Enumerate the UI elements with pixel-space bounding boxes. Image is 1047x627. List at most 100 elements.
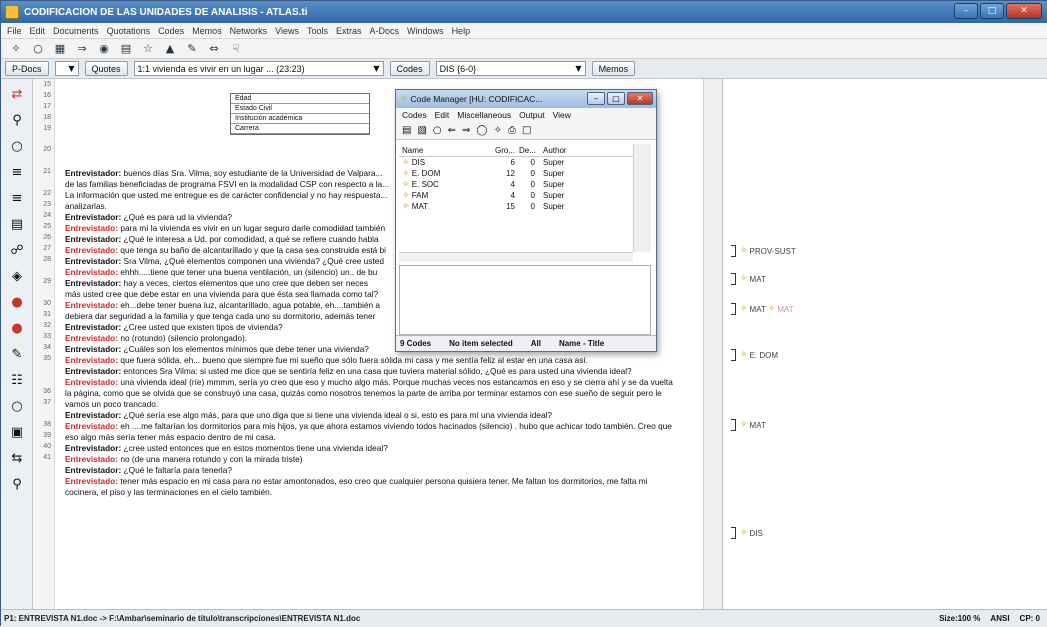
memos-button[interactable]: Memos	[591, 61, 636, 76]
circle-icon[interactable]: ◯	[476, 125, 487, 136]
document-icon[interactable]: ▤	[119, 42, 133, 56]
code-color-icon[interactable]: ●	[6, 317, 28, 339]
arrow-right-icon[interactable]: ⇒	[462, 125, 470, 136]
search-icon[interactable]: ⚲	[6, 109, 28, 131]
code-list-row[interactable]: ✧ E. DOM 12 0 Super	[399, 168, 633, 179]
code-comment-editor[interactable]	[399, 265, 651, 335]
navigate-icon[interactable]: ⇔	[207, 42, 221, 56]
pdocs-dropdown[interactable]: ▼	[54, 61, 79, 76]
arrow-left-icon[interactable]: ⇐	[448, 125, 456, 136]
margin-code-tag[interactable]: ✧ MAT ✧ MAT	[731, 303, 794, 315]
menu-windows[interactable]: Windows	[407, 26, 444, 36]
line-number: 31	[43, 311, 51, 318]
column-header-groundedness[interactable]: Gro...	[489, 146, 519, 155]
cm-menu-view[interactable]: View	[553, 110, 571, 120]
margin-code-tag[interactable]: ✧ PROV-SUST	[731, 245, 796, 257]
comment-icon[interactable]: ○	[433, 125, 442, 136]
cm-close-button[interactable]: ✕	[627, 92, 653, 105]
hyperlink-icon[interactable]: ⇆	[6, 447, 28, 469]
code-icon: ✧	[740, 420, 748, 430]
comment-icon[interactable]: ○	[6, 395, 28, 417]
save-icon[interactable]: ▦	[53, 42, 67, 56]
close-button[interactable]: ✕	[1006, 3, 1042, 19]
codes-dropdown[interactable]: DIS {6-0} ▼	[435, 61, 586, 76]
filter-status[interactable]: All	[531, 339, 541, 348]
copy-icon[interactable]: ▧	[417, 125, 426, 136]
comment-icon[interactable]: ○	[31, 42, 45, 56]
code-list-row[interactable]: ✧ MAT 15 0 Super	[399, 201, 633, 212]
menu-file[interactable]: File	[7, 26, 22, 36]
quote-bracket	[731, 349, 736, 361]
code-list-icon[interactable]: ☍	[6, 239, 28, 261]
code-list-horizontal-scrollbar[interactable]	[399, 252, 633, 262]
list-icon[interactable]: ≡	[6, 161, 28, 183]
print-icon[interactable]: ⎙	[508, 125, 516, 136]
maximize-button[interactable]: □	[980, 3, 1004, 19]
cm-minimize-button[interactable]: –	[587, 92, 605, 105]
cm-menu-codes[interactable]: Codes	[402, 110, 427, 120]
menu-memos[interactable]: Memos	[192, 26, 222, 36]
quick-code-icon[interactable]: ●	[6, 291, 28, 313]
memo-icon[interactable]: ✎	[6, 343, 28, 365]
cm-maximize-button[interactable]: □	[607, 92, 625, 105]
line-number: 22	[43, 190, 51, 197]
open-code-icon[interactable]: ≡	[6, 187, 28, 209]
margin-code-tag[interactable]: ✧ E. DOM	[731, 349, 778, 361]
query-tool-icon[interactable]: ☆	[141, 42, 155, 56]
menu-extras[interactable]: Extras	[336, 26, 362, 36]
view-options-icon[interactable]: □	[522, 125, 531, 136]
pin-icon[interactable]: ☟	[229, 42, 243, 56]
margin-code-label: MAT	[749, 420, 766, 430]
menu-documents[interactable]: Documents	[53, 26, 99, 36]
menu-help[interactable]: Help	[452, 26, 471, 36]
line-text: eso algo más sería tener más espacio den…	[65, 432, 276, 442]
margin-code-tag[interactable]: ✧ MAT	[731, 273, 766, 285]
cm-menu-misc[interactable]: Miscellaneous	[457, 110, 511, 120]
zoom-icon[interactable]: ⚲	[6, 473, 28, 495]
code-manager-titlebar[interactable]: ✧ Code Manager [HU: CODIFICAC... – □ ✕	[396, 90, 656, 108]
menu-views[interactable]: Views	[275, 26, 299, 36]
margin-code-tag[interactable]: ✧ MAT	[731, 419, 766, 431]
open-folder-icon[interactable]: ▤	[402, 125, 411, 136]
pdocs-button[interactable]: P-Docs	[5, 61, 49, 76]
code-list-row[interactable]: ✧ E. SOC 4 0 Super	[399, 179, 633, 190]
cm-menu-output[interactable]: Output	[519, 110, 545, 120]
network-icon[interactable]: ▲	[163, 42, 177, 56]
document-line: Entrevistado: una vivienda ideal (ríe) m…	[65, 377, 673, 388]
sort-status[interactable]: Name - Title	[559, 339, 604, 348]
menu-quotations[interactable]: Quotations	[107, 26, 151, 36]
codes-button[interactable]: Codes	[389, 61, 430, 76]
code-icon: ✧	[402, 168, 410, 179]
quotation-icon[interactable]: ○	[6, 135, 28, 157]
code-by-list-icon[interactable]: ◈	[6, 265, 28, 287]
cm-menu-edit[interactable]: Edit	[435, 110, 450, 120]
code-list-row[interactable]: ✧ DIS 6 0 Super	[399, 157, 633, 168]
code-tool-icon[interactable]: ✧	[9, 42, 23, 56]
column-header-author[interactable]: Author	[539, 146, 589, 155]
code-tool-icon[interactable]: ✧	[494, 125, 502, 136]
menu-tools[interactable]: Tools	[307, 26, 328, 36]
menu-edit[interactable]: Edit	[30, 26, 46, 36]
code-in-vivo-icon[interactable]: ▤	[6, 213, 28, 235]
quotes-button[interactable]: Quotes	[84, 61, 128, 76]
menu-codes[interactable]: Codes	[158, 26, 184, 36]
network-view-icon[interactable]: ☷	[6, 369, 28, 391]
document-line: Entrevistador: buenos días Sra. Vilma, s…	[65, 168, 382, 179]
code-list-row[interactable]: ✧ FAM 4 0 Super	[399, 190, 633, 201]
column-header-density[interactable]: De...	[519, 146, 539, 155]
search-binoculars-icon[interactable]: ◉	[97, 42, 111, 56]
column-header-name[interactable]: Name	[399, 146, 489, 155]
quote-bracket	[731, 245, 736, 257]
quotes-dropdown[interactable]: 1:1 vivienda es vivir en un lugar ... (2…	[133, 61, 384, 76]
menu-adocs[interactable]: A-Docs	[370, 26, 400, 36]
header-info-table: Edad Estado Civil Institución académica …	[230, 93, 370, 135]
text-box-icon[interactable]: ▣	[6, 421, 28, 443]
fit-width-icon[interactable]: ⇄	[6, 83, 28, 105]
code-list-vertical-scrollbar[interactable]	[633, 144, 651, 252]
pen-icon[interactable]: ✎	[185, 42, 199, 56]
assign-icon[interactable]: ⇒	[75, 42, 89, 56]
minimize-button[interactable]: –	[954, 3, 978, 19]
menu-networks[interactable]: Networks	[230, 26, 268, 36]
document-scrollbar[interactable]	[703, 79, 722, 609]
margin-code-tag[interactable]: ✧ DIS	[731, 527, 763, 539]
